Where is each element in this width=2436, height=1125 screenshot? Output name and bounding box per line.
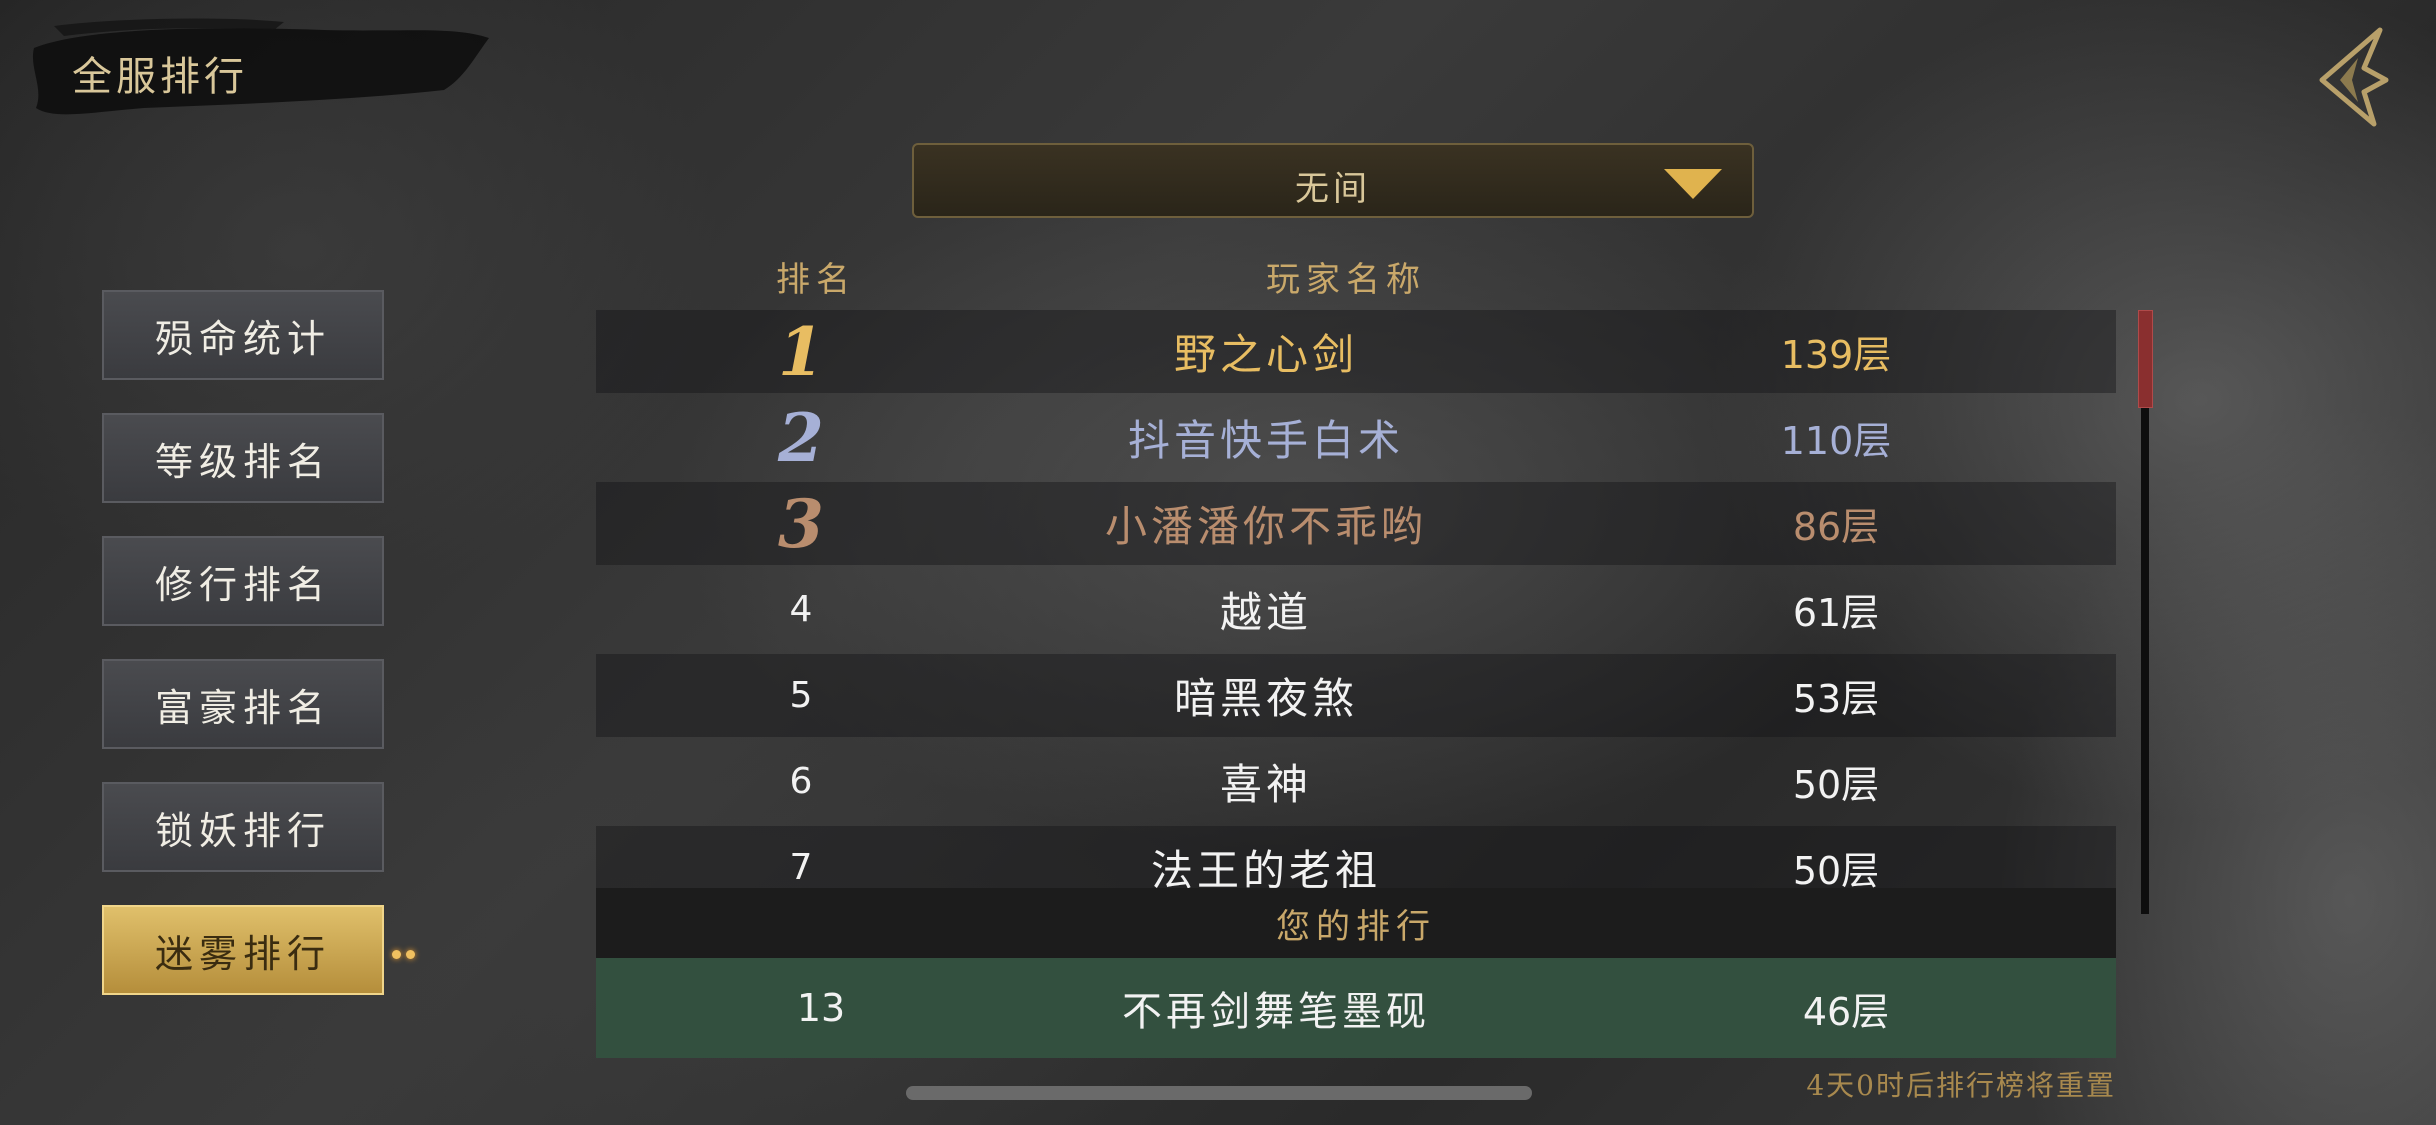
dropdown-triangle-icon [1664,169,1722,199]
player-name: 野之心剑 [1173,330,1358,379]
rank-column-header: 排名 [776,260,856,300]
scrollbar-thumb[interactable] [2138,310,2153,408]
mode-dropdown[interactable]: 无间 [912,143,1754,218]
sidebar-item-level-ranking[interactable]: 等级排名 [102,413,384,503]
rank-number: 2 [778,398,824,477]
table-row[interactable]: 3 小潘潘你不乖哟 86层 [596,482,2116,565]
table-row[interactable]: 4 越道 61层 [596,568,2116,651]
floor-score: 61层 [1792,591,1880,635]
rank-number: 4 [789,589,813,630]
rank-number: 1 [778,312,824,391]
floor-score: 110层 [1780,419,1892,463]
table-row[interactable]: 6 喜神 50层 [596,740,2116,823]
home-indicator[interactable] [906,1086,1532,1100]
my-rank-row: 13 不再剑舞笔墨砚 46层 [596,958,2116,1058]
player-name: 抖音快手白术 [1127,416,1404,465]
player-column-header: 玩家名称 [1266,260,1426,300]
my-player-name: 不再剑舞笔墨砚 [1122,989,1430,1035]
my-rank-number: 13 [796,986,846,1030]
table-row[interactable]: 5 暗黑夜煞 53层 [596,654,2116,737]
sidebar-item-cultivation-ranking[interactable]: 修行排名 [102,536,384,626]
sidebar-item-fog-ranking[interactable]: 迷雾排行 [102,905,384,995]
floor-score: 50层 [1792,763,1880,807]
player-name: 法王的老祖 [1150,846,1381,888]
my-rank-header: 您的排行 [596,888,2116,958]
floor-score: 139层 [1780,333,1892,377]
page-title: 全服排行 [72,54,248,100]
table-row[interactable]: 1 野之心剑 139层 [596,310,2116,393]
player-name: 越道 [1219,588,1312,637]
ranking-screen: 全服排行 无间 排名 玩家名称 殒命统计 等级排名 修行排名 富豪排名 锁妖排行… [0,0,2436,1125]
back-arrow-icon[interactable] [2302,24,2392,128]
table-row[interactable]: 7 法王的老祖 50层 [596,826,2116,888]
sidebar-item-demon-tower-ranking[interactable]: 锁妖排行 [102,782,384,872]
rank-number: 7 [789,847,813,888]
player-name: 小潘潘你不乖哟 [1104,502,1427,551]
ranking-list[interactable]: 1 野之心剑 139层 2 抖音快手白术 110层 3 小潘潘你不乖哟 86层 … [596,310,2116,888]
floor-score: 86层 [1792,505,1880,549]
floor-score: 53层 [1792,677,1880,721]
player-name: 暗黑夜煞 [1173,674,1358,723]
sidebar-item-wealth-ranking[interactable]: 富豪排名 [102,659,384,749]
dropdown-value: 无间 [1295,169,1371,209]
floor-score: 50层 [1792,849,1880,888]
reset-countdown-note: 4天0时后排行榜将重置 [1806,1069,2116,1102]
active-tab-indicator [392,944,424,959]
rank-number: 5 [789,675,813,716]
rank-number: 3 [778,484,824,563]
sidebar-item-death-stats[interactable]: 殒命统计 [102,290,384,380]
table-row[interactable]: 2 抖音快手白术 110层 [596,396,2116,479]
rank-number: 6 [789,761,813,802]
player-name: 喜神 [1219,760,1312,809]
my-floor-score: 46层 [1802,989,1890,1034]
